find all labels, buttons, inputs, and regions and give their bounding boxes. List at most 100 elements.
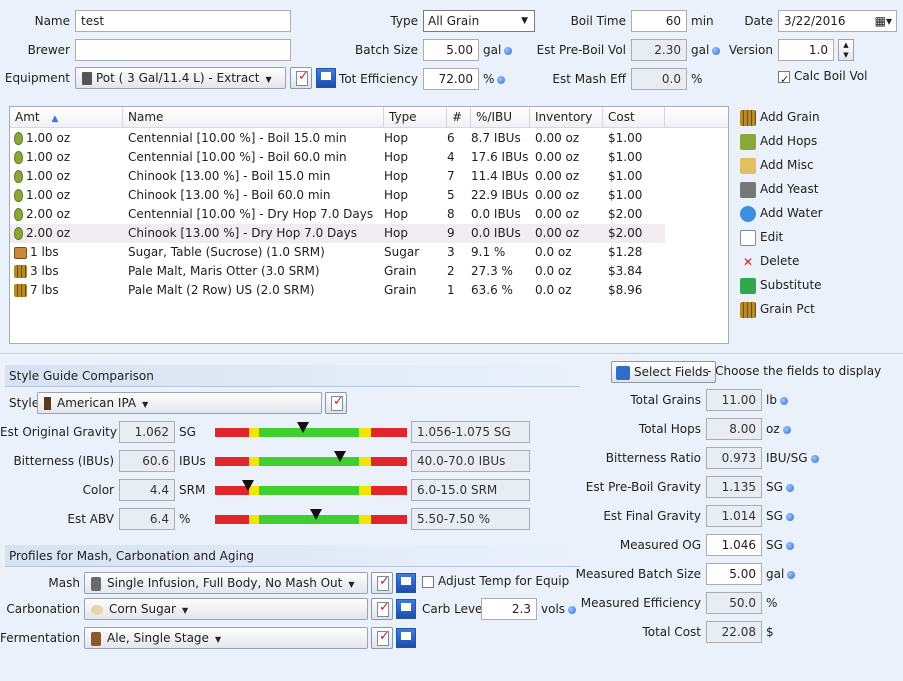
info-dot-icon[interactable] bbox=[785, 512, 794, 521]
substitute-icon bbox=[740, 277, 756, 294]
style-row-value: 6.4 bbox=[119, 508, 175, 530]
col-type[interactable]: Type bbox=[384, 107, 447, 128]
cell-cost: $2.00 bbox=[608, 226, 643, 240]
info-dot-icon[interactable] bbox=[785, 541, 794, 550]
tot-efficiency-input[interactable]: 72.00 bbox=[423, 68, 479, 90]
fermentation-label: Fermentation bbox=[0, 631, 81, 645]
action-grain-pct[interactable]: Grain Pct bbox=[740, 299, 815, 319]
carb-level-label: Carb Level bbox=[422, 602, 486, 616]
style-marker-icon bbox=[297, 422, 310, 433]
cell-cost: $1.00 bbox=[608, 131, 643, 145]
stat-input[interactable]: 1.046 bbox=[706, 534, 762, 556]
cell-name: Centennial [10.00 %] - Boil 15.0 min bbox=[128, 131, 347, 145]
bar-segment bbox=[249, 428, 259, 437]
carbonation-edit-button[interactable] bbox=[371, 598, 393, 620]
table-row[interactable]: 7 lbs Pale Malt (2 Row) US (2.0 SRM) Grain… bbox=[10, 281, 665, 300]
boil-time-input[interactable]: 60 bbox=[631, 10, 687, 32]
select-fields-button[interactable]: Select Fields bbox=[611, 361, 716, 383]
table-row[interactable]: 1.00 oz Chinook [13.00 %] - Boil 60.0 min… bbox=[10, 186, 665, 205]
mash-tun-icon bbox=[91, 576, 101, 591]
action-delete[interactable]: ✕ Delete bbox=[740, 251, 799, 271]
fermentation-dropdown[interactable]: Ale, Single Stage ▼ bbox=[84, 627, 368, 649]
name-input[interactable]: test bbox=[75, 10, 291, 32]
cell-num: 7 bbox=[447, 169, 455, 183]
brewer-label: Brewer bbox=[27, 43, 70, 57]
cell-name: Centennial [10.00 %] - Boil 60.0 min bbox=[128, 150, 347, 164]
hop-icon bbox=[14, 170, 23, 183]
info-dot-icon[interactable] bbox=[787, 570, 796, 579]
spin-up-icon[interactable]: ▲ bbox=[839, 40, 853, 50]
col-name[interactable]: Name bbox=[123, 107, 384, 128]
action-add-water[interactable]: Add Water bbox=[740, 203, 823, 223]
version-spinner[interactable]: ▲ ▼ bbox=[838, 39, 854, 61]
calendar-icon[interactable]: ▦▾ bbox=[875, 11, 892, 31]
style-row-value: 1.062 bbox=[119, 421, 175, 443]
type-select[interactable]: All Grain ▼ bbox=[423, 10, 535, 32]
col-number[interactable]: # bbox=[447, 107, 471, 128]
table-row[interactable]: 3 lbs Pale Malt, Maris Otter (3.0 SRM) Gra… bbox=[10, 262, 665, 281]
table-row[interactable]: 1.00 oz Chinook [13.00 %] - Boil 15.0 min… bbox=[10, 167, 665, 186]
style-section-header: Style Guide Comparison bbox=[5, 365, 580, 387]
mash-save-button[interactable] bbox=[396, 573, 416, 593]
action-add-hops[interactable]: Add Hops bbox=[740, 131, 817, 151]
batch-size-input[interactable]: 5.00 bbox=[423, 39, 479, 61]
cell-inv: 0.00 oz bbox=[535, 169, 580, 183]
calc-boil-vol-checkbox[interactable]: Calc Boil Vol bbox=[778, 65, 868, 91]
mash-edit-button[interactable] bbox=[371, 572, 393, 594]
info-dot-icon[interactable] bbox=[782, 425, 791, 434]
cell-pct: 11.4 IBUs bbox=[471, 169, 529, 183]
action-add-grain[interactable]: Add Grain bbox=[740, 107, 820, 127]
stat-value: 1.014 bbox=[706, 505, 762, 527]
fermentation-save-button[interactable] bbox=[396, 628, 416, 648]
info-dot-icon[interactable] bbox=[810, 454, 819, 463]
info-dot-icon[interactable] bbox=[779, 396, 788, 405]
carbonation-save-button[interactable] bbox=[396, 599, 416, 619]
cell-inv: 0.00 oz bbox=[535, 131, 580, 145]
cell-inv: 0.00 oz bbox=[535, 188, 580, 202]
table-row[interactable]: 1 lbs Sugar, Table (Sucrose) (1.0 SRM) Sug… bbox=[10, 243, 665, 262]
col-cost[interactable]: Cost bbox=[603, 107, 665, 128]
stat-input[interactable]: 5.00 bbox=[706, 563, 762, 585]
style-row-unit: SRM bbox=[179, 483, 206, 497]
equipment-edit-button[interactable] bbox=[290, 67, 312, 89]
carb-level-input[interactable]: 2.3 bbox=[481, 598, 537, 620]
col-pct-ibu[interactable]: %/IBU bbox=[471, 107, 530, 128]
pot-icon bbox=[82, 72, 92, 85]
col-amt[interactable]: Amt ▲ bbox=[10, 107, 123, 128]
action-add-yeast[interactable]: Add Yeast bbox=[740, 179, 818, 199]
equipment-dropdown[interactable]: Pot ( 3 Gal/11.4 L) - Extract ▼ bbox=[75, 67, 286, 89]
table-row[interactable]: 2.00 oz Centennial [10.00 %] - Dry Hop 7.… bbox=[10, 205, 665, 224]
style-marker-icon bbox=[334, 451, 347, 462]
checkbox-checked-icon[interactable] bbox=[778, 69, 790, 91]
table-row[interactable]: 1.00 oz Centennial [10.00 %] - Boil 15.0 … bbox=[10, 129, 665, 148]
version-input[interactable]: 1.0 bbox=[778, 39, 834, 61]
action-edit[interactable]: Edit bbox=[740, 227, 783, 247]
action-substitute[interactable]: Substitute bbox=[740, 275, 822, 295]
cell-inv: 0.00 oz bbox=[535, 150, 580, 164]
ingredients-table[interactable]: Amt ▲ Name Type # %/IBU Inventory Cost 1… bbox=[9, 106, 729, 344]
col-inventory[interactable]: Inventory bbox=[530, 107, 603, 128]
hop-icon bbox=[14, 151, 23, 164]
cell-num: 5 bbox=[447, 188, 455, 202]
style-edit-button[interactable] bbox=[325, 392, 347, 414]
cell-name: Pale Malt, Maris Otter (3.0 SRM) bbox=[128, 264, 320, 278]
style-row-unit: IBUs bbox=[179, 454, 206, 468]
info-dot-icon[interactable] bbox=[504, 46, 513, 55]
adjust-temp-checkbox[interactable]: Adjust Temp for Equip bbox=[422, 570, 569, 592]
cell-num: 8 bbox=[447, 207, 455, 221]
info-dot-icon[interactable] bbox=[785, 483, 794, 492]
style-dropdown[interactable]: American IPA ▼ bbox=[37, 392, 322, 414]
checkbox-unchecked-icon[interactable] bbox=[422, 575, 434, 588]
info-dot-icon[interactable] bbox=[497, 75, 506, 84]
date-input[interactable]: 3/22/2016 ▦▾ bbox=[778, 10, 897, 32]
mash-dropdown[interactable]: Single Infusion, Full Body, No Mash Out ▼ bbox=[84, 572, 368, 594]
table-row[interactable]: 1.00 oz Centennial [10.00 %] - Boil 60.0 … bbox=[10, 148, 665, 167]
carbonation-dropdown[interactable]: Corn Sugar ▼ bbox=[84, 598, 368, 620]
cell-type: Hop bbox=[384, 169, 408, 183]
spin-down-icon[interactable]: ▼ bbox=[839, 50, 853, 60]
brewer-input[interactable] bbox=[75, 39, 291, 61]
table-row[interactable]: 2.00 oz Chinook [13.00 %] - Dry Hop 7.0 D… bbox=[10, 224, 665, 243]
carbonation-value: Corn Sugar bbox=[109, 602, 176, 616]
action-add-misc[interactable]: Add Misc bbox=[740, 155, 814, 175]
fermentation-edit-button[interactable] bbox=[371, 627, 393, 649]
